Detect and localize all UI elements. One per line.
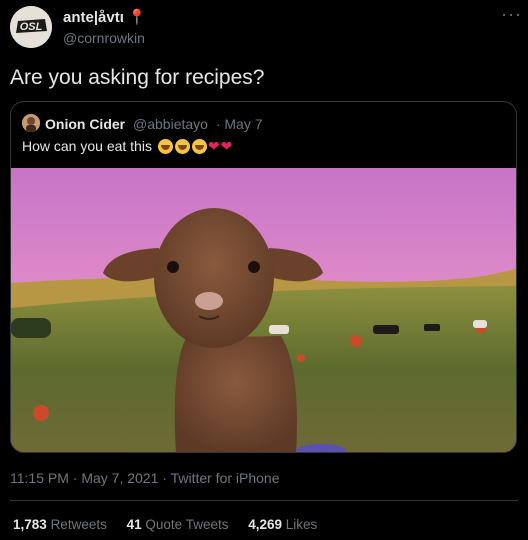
likes-label: Likes (285, 517, 318, 532)
quote-tweets-label: Quote Tweets (145, 517, 229, 532)
heart-icon: ❤ (220, 138, 233, 154)
quoted-handle: @abbietayo (133, 116, 208, 132)
crying-face-icon (191, 139, 207, 154)
lamb-photo-icon[interactable] (11, 168, 517, 453)
avatar[interactable]: OSL (10, 6, 52, 48)
author-display-name[interactable]: ante|åvtι 📍 (63, 8, 147, 26)
quote-tweets-stat[interactable]: 41 Quote Tweets (127, 517, 229, 532)
author-handle[interactable]: @cornrowkin (63, 30, 145, 46)
quoted-tweet[interactable]: Onion Cider @abbietayo · May 7 How can y… (10, 101, 517, 453)
quoted-date: · May 7 (215, 116, 263, 132)
avatar-logo-icon: OSL (10, 6, 52, 48)
quote-tweets-count: 41 (126, 517, 142, 532)
quoted-text: How can you eat this (22, 138, 152, 154)
heart-icon: ❤ (207, 138, 220, 154)
svg-text:OSL: OSL (20, 21, 43, 33)
retweets-count: 1,783 (13, 517, 47, 532)
quoted-author[interactable]: Onion Cider @abbietayo · May 7 (45, 116, 263, 132)
retweets-stat[interactable]: 1,783 Retweets (13, 517, 107, 532)
divider (10, 500, 518, 501)
crying-face-icon (174, 139, 190, 154)
tweet-text: Are you asking for recipes? (10, 66, 265, 89)
likes-count: 4,269 (248, 517, 283, 532)
more-options-icon[interactable]: ··· (501, 4, 522, 25)
likes-stat[interactable]: 4,269 Likes (248, 517, 317, 532)
quoted-display-name: Onion Cider (45, 116, 126, 132)
retweets-label: Retweets (50, 517, 107, 532)
tweet-timestamp[interactable]: 11:15 PM · May 7, 2021 · Twitter for iPh… (10, 470, 280, 486)
tweet-stats: 1,783 Retweets 41 Quote Tweets 4,269 Lik… (13, 517, 333, 532)
quoted-avatar-image-icon (22, 114, 40, 132)
quoted-text-line: How can you eat this ❤❤ (22, 138, 232, 155)
quoted-avatar[interactable] (22, 114, 40, 132)
crying-face-icon (157, 139, 173, 154)
author-name-text: ante|åvtι (63, 9, 124, 26)
pin-icon: 📍 (127, 9, 147, 26)
